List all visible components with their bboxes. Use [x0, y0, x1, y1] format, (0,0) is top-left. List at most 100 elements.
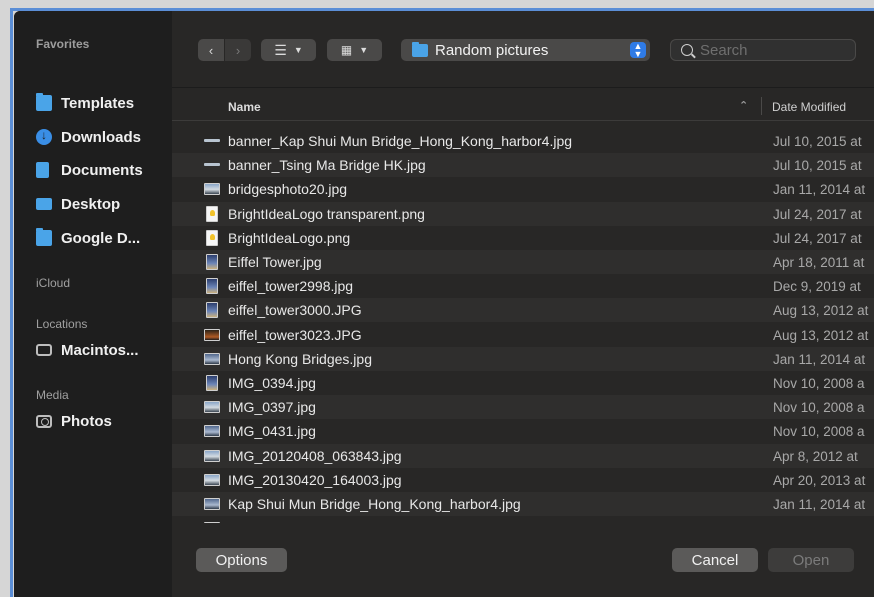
sort-ascending-icon: ⌃: [739, 100, 749, 112]
file-row[interactable]: eiffel_tower3023.JPG Aug 13, 2012 at: [172, 323, 874, 347]
file-date-modified: Jan 11, 2014 at: [773, 182, 866, 198]
file-name: Kap Shui Mun Bridge_Hong_Kong_harbor5.jp…: [228, 520, 521, 523]
file-date-modified: Jul 10, 2015 at: [773, 134, 862, 149]
sidebar-section-media: Media: [36, 388, 69, 402]
file-name: Hong Kong Bridges.jpg: [228, 350, 372, 367]
camera-icon: [36, 414, 52, 428]
chevron-down-icon: ▼: [293, 45, 303, 55]
sidebar-item-label: Macintos...: [61, 341, 139, 359]
sidebar-item-label: Google D...: [61, 229, 141, 247]
file-row[interactable]: eiffel_tower2998.jpg Dec 9, 2019 at: [172, 274, 874, 298]
image-thumbnail-icon: [204, 425, 220, 438]
file-date-modified: Apr 20, 2013 at: [773, 472, 866, 488]
search-placeholder: Search: [700, 41, 748, 59]
file-row[interactable]: IMG_0394.jpg Nov 10, 2008 a: [172, 371, 874, 395]
disk-icon: [36, 344, 52, 356]
sidebar-item-label: Documents: [61, 161, 143, 179]
location-popup[interactable]: Random pictures ▲ ▼: [401, 39, 650, 61]
chevron-right-icon: ›: [235, 42, 241, 58]
back-button[interactable]: ‹: [198, 39, 224, 61]
cancel-button[interactable]: Cancel: [672, 548, 758, 572]
sidebar-item-templates[interactable]: Templates: [36, 92, 166, 114]
image-thumbnail-icon: [204, 473, 220, 486]
file-date-modified: Jul 24, 2017 at: [773, 206, 862, 222]
sidebar-item-documents[interactable]: Documents: [36, 159, 166, 181]
sidebar-item-label: Downloads: [61, 128, 142, 146]
sidebar-item-google-drive[interactable]: Google D...: [36, 227, 166, 249]
file-date-modified: Dec 9, 2019 at: [773, 279, 861, 295]
file-date-modified: Jul 10, 2015 at: [773, 158, 862, 174]
image-thumbnail-icon: [204, 401, 220, 414]
search-icon: [681, 44, 693, 56]
file-name: bridgesphoto20.jpg: [228, 181, 348, 198]
image-thumbnail-icon: [206, 375, 218, 391]
toolbar-divider: [172, 87, 874, 88]
file-date-modified: Nov 10, 2008 a: [773, 424, 865, 440]
file-row[interactable]: BrightIdeaLogo transparent.png Jul 24, 20…: [172, 201, 874, 226]
open-file-dialog: Favorites Templates Downloads Documents …: [14, 11, 874, 597]
file-row[interactable]: IMG_0431.jpg Nov 10, 2008 a: [172, 419, 874, 443]
search-field[interactable]: Search: [670, 39, 856, 61]
file-row[interactable]: IMG_20120408_063843.jpg Apr 8, 2012 at: [172, 443, 874, 468]
sidebar-item-label: Photos: [61, 412, 112, 430]
file-date-modified: Nov 10, 2008 a: [773, 376, 865, 391]
open-button[interactable]: Open: [768, 548, 854, 572]
file-name: Kap Shui Mun Bridge_Hong_Kong_harbor4.jp…: [228, 496, 521, 512]
file-name: eiffel_tower2998.jpg: [228, 278, 354, 295]
folder-icon: [36, 93, 52, 111]
image-thumbnail-icon: [206, 254, 218, 270]
column-header-name[interactable]: Name: [228, 100, 261, 114]
sidebar-item-label: Desktop: [61, 195, 121, 213]
file-row[interactable]: Kap Shui Mun Bridge_Hong_Kong_harbor5.jp…: [172, 516, 874, 523]
file-row[interactable]: IMG_20130420_164003.jpg Apr 20, 2013 at: [172, 468, 874, 492]
image-thumbnail-icon: [206, 205, 218, 222]
file-list: banner_Kap Shui Mun Bridge_Hong_Kong_har…: [172, 129, 874, 523]
column-header-date-modified[interactable]: Date Modified: [772, 100, 846, 114]
sidebar-section-icloud: iCloud: [36, 276, 71, 290]
sidebar-item-desktop[interactable]: Desktop: [36, 193, 166, 215]
image-thumbnail-icon: [204, 139, 220, 142]
file-date-modified: Apr 18, 2011 at: [773, 255, 865, 270]
image-thumbnail-icon: [204, 352, 220, 365]
toolbar: ‹ › ☰ ▼ ▦ ▼ Random pictures ▲ ▼ Search: [172, 11, 874, 87]
file-row[interactable]: bridgesphoto20.jpg Jan 11, 2014 at: [172, 177, 874, 201]
forward-button[interactable]: ›: [225, 39, 251, 61]
folder-icon: [36, 228, 52, 246]
desktop-icon: [36, 198, 52, 210]
file-row[interactable]: BrightIdeaLogo.png Jul 24, 2017 at: [172, 226, 874, 250]
image-thumbnail-icon: [204, 163, 220, 167]
file-name: BrightIdeaLogo transparent.png: [228, 205, 425, 222]
image-thumbnail-icon: [204, 328, 220, 341]
image-thumbnail-icon: [204, 522, 220, 523]
file-name: IMG_0394.jpg: [228, 375, 316, 391]
file-name: Eiffel Tower.jpg: [228, 254, 322, 270]
folder-icon: [412, 41, 428, 57]
list-view-button[interactable]: ☰ ▼: [261, 39, 316, 61]
list-view-icon: ☰: [274, 41, 287, 58]
file-row[interactable]: eiffel_tower3000.JPG Aug 13, 2012 at: [172, 298, 874, 323]
file-row[interactable]: Eiffel Tower.jpg Apr 18, 2011 at: [172, 250, 874, 274]
sidebar-item-photos[interactable]: Photos: [36, 410, 166, 432]
column-divider[interactable]: [761, 97, 762, 115]
file-row[interactable]: banner_Tsing Ma Bridge HK.jpg Jul 10, 201…: [172, 153, 874, 178]
file-row[interactable]: banner_Kap Shui Mun Bridge_Hong_Kong_har…: [172, 129, 874, 153]
sidebar-item-downloads[interactable]: Downloads: [36, 126, 166, 148]
sidebar-section-favorites: Favorites: [36, 37, 90, 51]
grid-view-icon: ▦: [340, 43, 353, 57]
options-button[interactable]: Options: [196, 548, 287, 572]
file-row[interactable]: Hong Kong Bridges.jpg Jan 11, 2014 at: [172, 346, 874, 371]
image-thumbnail-icon: [206, 229, 218, 246]
file-name: IMG_0397.jpg: [228, 399, 316, 416]
grid-view-button[interactable]: ▦ ▼: [327, 39, 382, 61]
chevron-down-icon: ▼: [359, 45, 369, 55]
file-date-modified: Aug 13, 2012 at: [773, 327, 869, 343]
file-row[interactable]: IMG_0397.jpg Nov 10, 2008 a: [172, 395, 874, 420]
download-icon: [36, 128, 52, 145]
sidebar: Favorites Templates Downloads Documents …: [14, 11, 172, 597]
file-row[interactable]: Kap Shui Mun Bridge_Hong_Kong_harbor4.jp…: [172, 492, 874, 516]
file-name: IMG_20130420_164003.jpg: [228, 471, 402, 488]
file-dialog-frame: Favorites Templates Downloads Documents …: [0, 0, 874, 597]
main-panel: ‹ › ☰ ▼ ▦ ▼ Random pictures ▲ ▼ Search N…: [172, 11, 874, 597]
chevron-left-icon: ‹: [208, 42, 214, 58]
sidebar-item-macintosh-hd[interactable]: Macintos...: [36, 339, 166, 361]
